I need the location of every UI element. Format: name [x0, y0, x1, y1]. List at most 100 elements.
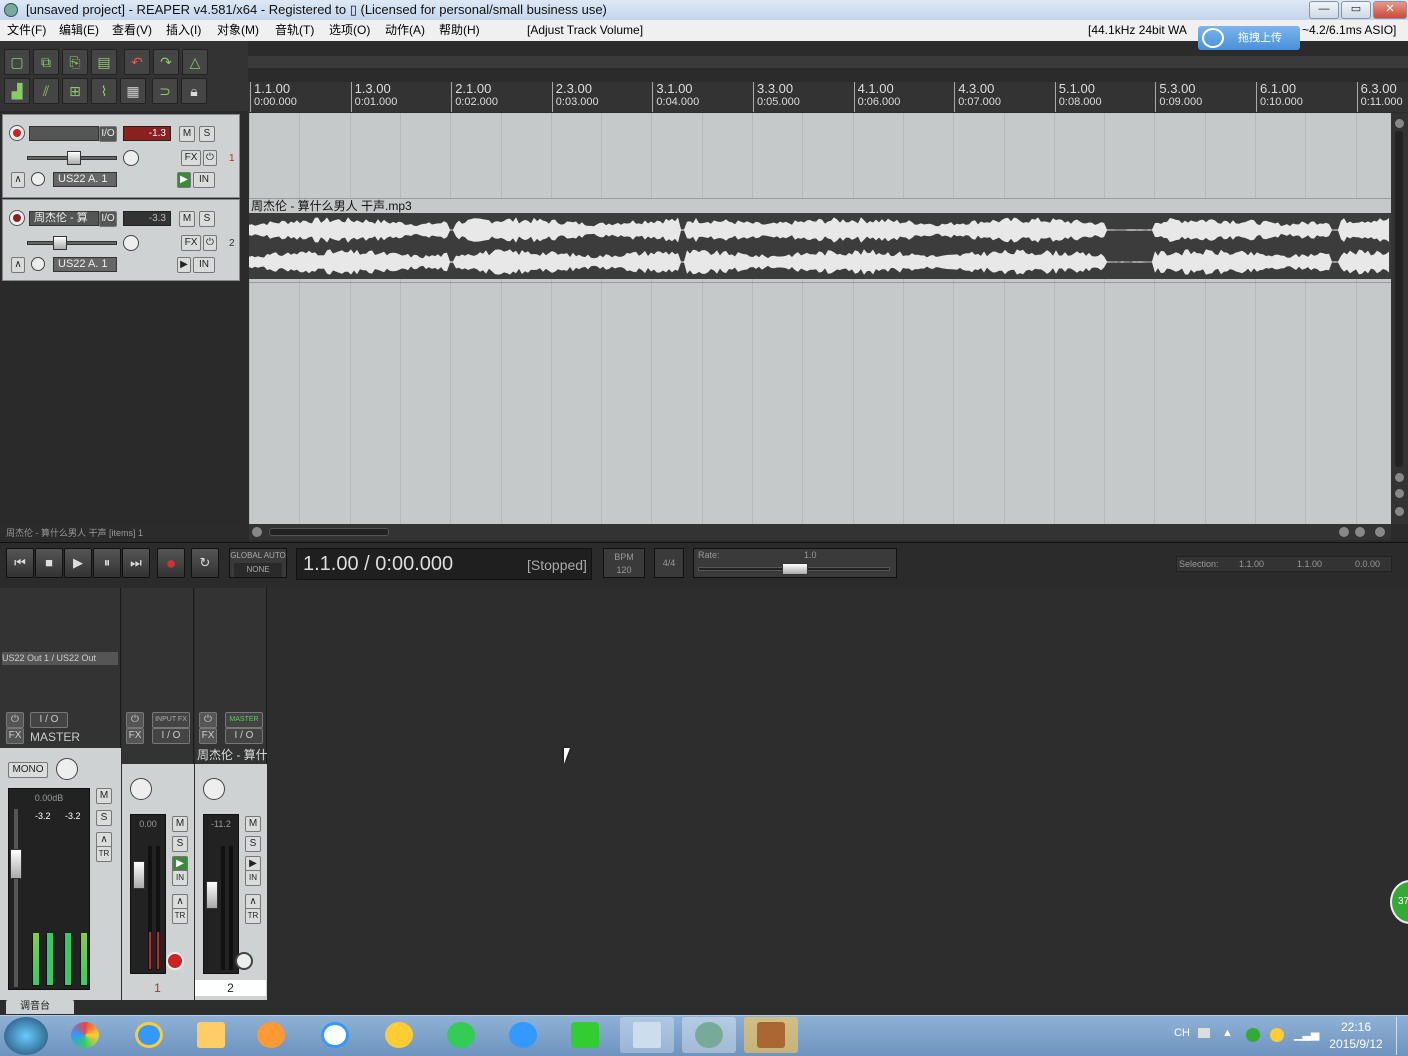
master-power-icon[interactable]: ⏻ — [6, 712, 24, 728]
record-arm-button[interactable] — [9, 125, 25, 141]
start-button-icon[interactable] — [4, 1017, 48, 1055]
repeat-toggle-button[interactable]: ↻ — [191, 548, 219, 578]
strip-2-pan-knob[interactable] — [203, 778, 225, 800]
loop-points-icon[interactable]: ⊃ — [152, 78, 178, 104]
strip-2-io-button[interactable]: I / O — [225, 728, 263, 744]
master-fader-knob[interactable] — [10, 849, 22, 879]
save-project-icon[interactable]: ⎘ — [62, 49, 88, 75]
solo-button[interactable]: S — [199, 126, 215, 142]
fx-button[interactable]: FX — [181, 150, 201, 166]
security-tray-icon[interactable] — [1246, 1028, 1260, 1042]
time-signature[interactable]: 4/4 — [654, 548, 684, 578]
media-item-waveform[interactable] — [249, 213, 1391, 279]
grid-snap-icon[interactable]: ▟ — [4, 78, 30, 104]
track-io-button[interactable]: I/O — [99, 126, 117, 142]
tray-expand-icon[interactable]: ▲ — [1222, 1027, 1233, 1039]
stop-button[interactable]: ■ — [35, 548, 63, 578]
menu-actions[interactable]: 动作(A) — [385, 20, 425, 41]
menu-edit[interactable]: 编辑(E) — [59, 20, 99, 41]
input-monitor-icon[interactable]: ▶ — [177, 257, 191, 273]
strip-2-tr-button[interactable]: TR — [245, 908, 261, 924]
track-io-button[interactable]: I/O — [99, 211, 117, 227]
fx-bypass-icon[interactable]: ⏻ — [203, 235, 217, 251]
selection-display[interactable]: Selection: 1.1.00 1.1.00 0.0.00 — [1176, 556, 1392, 572]
pan-knob[interactable] — [123, 235, 139, 251]
zoom-out-horizontal-icon[interactable] — [1375, 527, 1385, 537]
network-signal-icon[interactable]: ▁▃▅ — [1294, 1028, 1319, 1041]
input-in-button[interactable]: IN — [193, 172, 215, 188]
scroll-down-icon[interactable] — [1395, 473, 1404, 482]
metronome-icon[interactable]: △ — [182, 49, 208, 75]
strip-2-power-icon[interactable]: ⏻ — [199, 712, 217, 728]
strip-1-pan-knob[interactable] — [130, 778, 152, 800]
strip-1-fx-button[interactable]: FX — [126, 728, 144, 744]
show-desktop-button[interactable] — [1396, 1017, 1408, 1055]
master-fx-button[interactable]: FX — [6, 728, 24, 744]
strip-1-input-fx[interactable]: INPUT FX — [152, 712, 190, 728]
ripple-edit-icon[interactable]: ⫽ — [33, 78, 59, 104]
track-volume-fader[interactable] — [27, 236, 117, 250]
master-tr-button[interactable]: TR — [96, 846, 112, 862]
lock-icon[interactable]: 🔒︎ — [181, 78, 207, 104]
input-monitor-icon[interactable]: ▶ — [177, 172, 191, 188]
minimize-button[interactable]: — — [1309, 1, 1339, 19]
mixer-tab[interactable]: 调音台 — [6, 1000, 74, 1014]
strip-1-mute-button[interactable]: M — [172, 816, 188, 832]
menu-options[interactable]: 选项(O) — [329, 20, 370, 41]
menu-item[interactable]: 对象(M) — [217, 20, 259, 41]
menu-insert[interactable]: 插入(I) — [166, 20, 201, 41]
item-grouping-icon[interactable]: ⊞ — [62, 78, 88, 104]
strip-2-record-arm-icon[interactable] — [235, 952, 253, 970]
tray-app-icon[interactable] — [1270, 1028, 1284, 1042]
upload-popup-button[interactable]: 拖拽上传 — [1198, 26, 1300, 50]
master-mute-button[interactable]: M — [96, 788, 112, 804]
strip-1-fader-knob[interactable] — [133, 861, 145, 889]
arrange-view[interactable]: 周杰伦 - 算什么男人 干声.mp3 — [249, 113, 1391, 524]
track-1-panel[interactable]: I/O -1.3 M S FX ⏻ 1 ∧ US22 A. 1 ▶ IN — [2, 114, 240, 198]
iqiyi-icon[interactable] — [558, 1017, 612, 1053]
scroll-right-icon[interactable] — [1339, 527, 1349, 537]
track-2-panel[interactable]: 周杰伦 - 算 I/O -3.3 M S FX ⏻ 2 ∧ US22 A. 1 … — [2, 199, 240, 281]
cloud-drive-icon[interactable] — [308, 1017, 362, 1053]
strip-2-fader-knob[interactable] — [206, 881, 218, 909]
strip-2-in-button[interactable]: IN — [245, 870, 261, 886]
grid-icon[interactable]: ▦ — [120, 78, 146, 104]
menu-track[interactable]: 音轨(T) — [275, 20, 314, 41]
zoom-in-vertical-icon[interactable] — [1395, 489, 1404, 498]
media-player-icon[interactable] — [244, 1017, 298, 1053]
strip-1-in-button[interactable]: IN — [172, 870, 188, 886]
menu-view[interactable]: 查看(V) — [112, 20, 152, 41]
menu-file[interactable]: 文件(F) — [7, 20, 46, 41]
horizontal-scroll-thumb[interactable] — [269, 528, 389, 536]
browser-green-icon[interactable] — [434, 1017, 488, 1053]
time-display[interactable]: 1.1.00 / 0:00.000 [Stopped] — [296, 548, 592, 580]
play-button[interactable]: ▶ — [64, 548, 92, 578]
track-1-lane[interactable] — [249, 113, 1391, 199]
zoom-in-horizontal-icon[interactable] — [1355, 527, 1365, 537]
master-fader-rail[interactable] — [14, 809, 18, 987]
envelope-arrow-icon[interactable]: ∧ — [11, 257, 25, 273]
keyboard-icon[interactable] — [1198, 1028, 1210, 1038]
input-language[interactable]: CH — [1174, 1027, 1190, 1039]
strip-2-master-send[interactable]: MASTER — [225, 712, 263, 728]
strip-1-tr-button[interactable]: TR — [172, 908, 188, 924]
record-button[interactable]: ● — [157, 548, 185, 578]
strip-1-record-arm-icon[interactable] — [166, 952, 184, 970]
track-input-select[interactable]: US22 A. 1 — [53, 257, 117, 272]
notepad-icon[interactable] — [620, 1017, 674, 1053]
file-explorer-icon[interactable] — [184, 1017, 238, 1053]
open-project-icon[interactable]: ⧉ — [33, 49, 59, 75]
tempo-display[interactable]: BPM 120 — [603, 548, 645, 578]
reaper-taskbar-icon[interactable] — [682, 1017, 736, 1053]
strip-2-solo-button[interactable]: S — [245, 836, 261, 852]
mute-button[interactable]: M — [179, 211, 195, 227]
rate-slider-knob[interactable] — [782, 563, 808, 575]
reaper-active-window-icon[interactable] — [744, 1017, 798, 1053]
internet-explorer-icon[interactable] — [122, 1017, 176, 1053]
track-volume-meter[interactable]: -3.3 — [123, 211, 171, 226]
envelope-icon[interactable]: ⌇ — [91, 78, 117, 104]
taskbar-app-icon[interactable] — [58, 1017, 112, 1053]
track-name-field[interactable] — [29, 126, 99, 141]
vertical-scroll-thumb[interactable] — [1395, 131, 1403, 467]
strip-1-solo-button[interactable]: S — [172, 836, 188, 852]
